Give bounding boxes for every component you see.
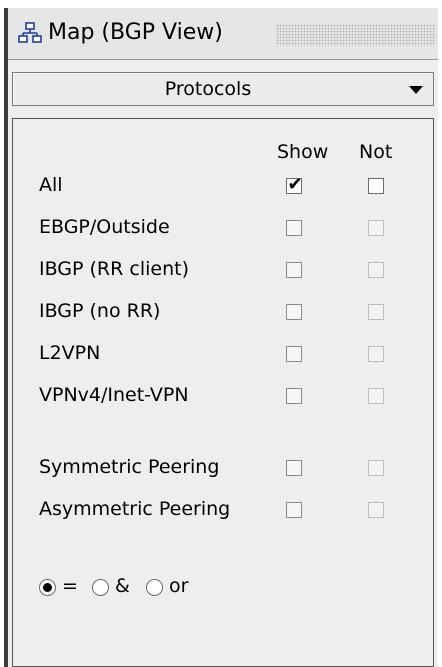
radio-or[interactable] (146, 579, 163, 596)
row-label-asymmetric-peering: Asymmetric Peering (39, 498, 231, 520)
row-label-ibgp-rr-client: IBGP (RR client) (39, 258, 189, 280)
not-checkbox-vpnv4-inet-vpn (368, 388, 384, 404)
show-checkbox-ibgp-rr-client[interactable] (286, 262, 302, 278)
radio-label-equals: = (62, 575, 78, 597)
not-checkbox-ebgp-outside (368, 220, 384, 236)
row-label-symmetric-peering: Symmetric Peering (39, 456, 220, 478)
title-bar[interactable]: Map (BGP View) (8, 8, 438, 60)
window-title: Map (BGP View) (48, 20, 223, 45)
row-label-ibgp-no-rr: IBGP (no RR) (39, 300, 161, 322)
not-checkbox-ibgp-no-rr (368, 304, 384, 320)
not-checkbox-all[interactable] (368, 178, 384, 194)
radio-equals[interactable] (39, 579, 56, 596)
row-label-ebgp-outside: EBGP/Outside (39, 216, 170, 238)
row-label-vpnv4-inet-vpn: VPNv4/Inet-VPN (39, 384, 189, 406)
show-checkbox-ebgp-outside[interactable] (286, 220, 302, 236)
checkmark-icon: ✔ (287, 174, 303, 195)
column-header-not: Not (359, 141, 393, 163)
not-checkbox-ibgp-rr-client (368, 262, 384, 278)
dropdown-selected-value: Protocols (164, 78, 252, 100)
show-checkbox-all[interactable]: ✔ (286, 174, 303, 195)
map-bgp-view-panel: Map (BGP View) Protocols Show Not All ✔ … (4, 8, 438, 667)
show-checkbox-l2vpn[interactable] (286, 346, 302, 362)
radio-and[interactable] (92, 579, 109, 596)
not-checkbox-symmetric-peering (368, 460, 384, 476)
protocols-dropdown[interactable]: Protocols (12, 72, 434, 106)
radio-selected-dot (43, 583, 52, 592)
network-map-icon (18, 22, 42, 43)
chevron-down-icon (409, 86, 423, 94)
radio-label-and: & (115, 575, 130, 597)
show-checkbox-ibgp-no-rr[interactable] (286, 304, 302, 320)
not-checkbox-asymmetric-peering (368, 502, 384, 518)
row-label-l2vpn: L2VPN (39, 342, 101, 364)
not-checkbox-l2vpn (368, 346, 384, 362)
protocols-filter-panel: Show Not All ✔ EBGP/Outside IBGP (RR cli… (12, 118, 434, 667)
show-checkbox-symmetric-peering[interactable] (286, 460, 302, 476)
row-label-all: All (39, 174, 63, 196)
title-bar-grip (276, 24, 436, 46)
radio-label-or: or (169, 575, 189, 597)
show-checkbox-asymmetric-peering[interactable] (286, 502, 302, 518)
column-header-show: Show (277, 141, 329, 163)
show-checkbox-vpnv4-inet-vpn[interactable] (286, 388, 302, 404)
